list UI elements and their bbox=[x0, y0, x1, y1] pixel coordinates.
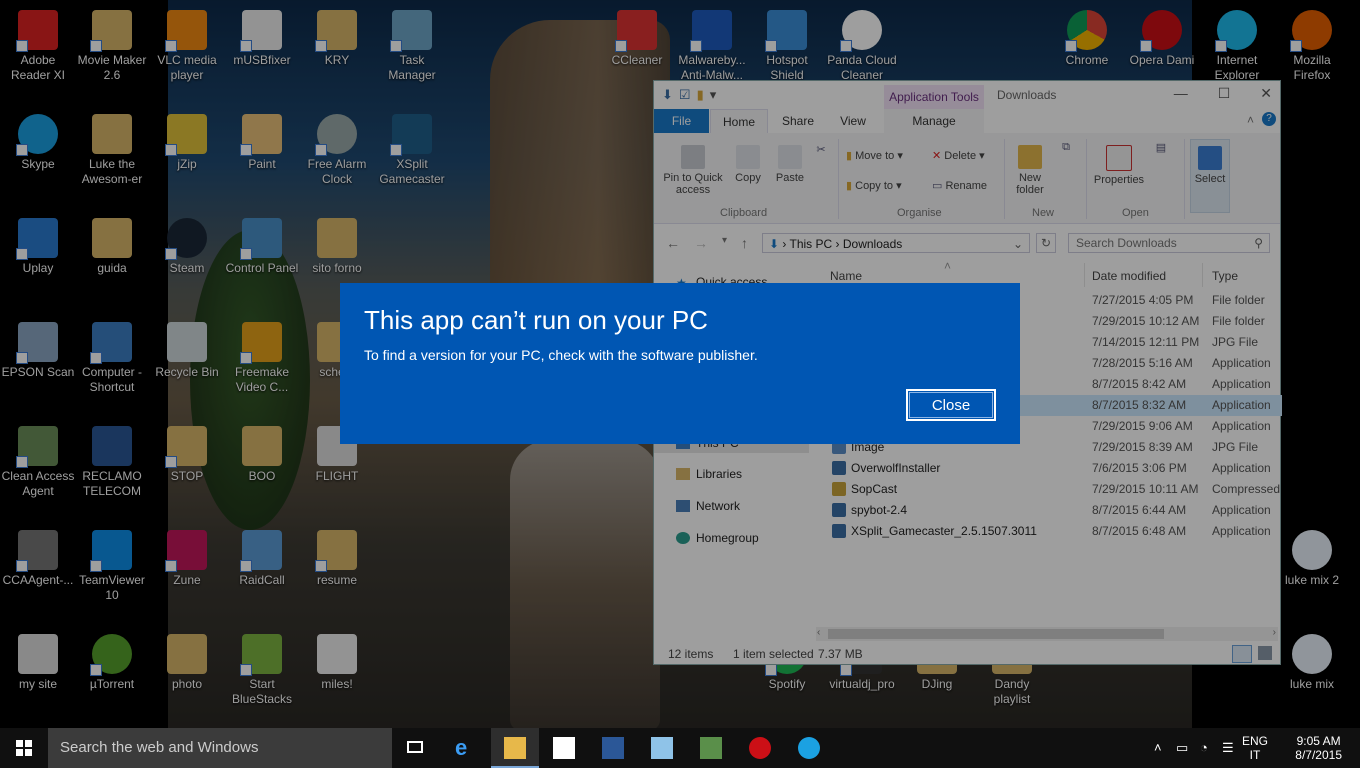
folder-icon bbox=[504, 737, 526, 759]
wifi-icon[interactable]: ◔ bbox=[1200, 740, 1208, 755]
close-button[interactable]: Close bbox=[906, 389, 996, 421]
language-indicator[interactable]: ENG IT bbox=[1242, 734, 1268, 762]
word-icon bbox=[602, 737, 624, 759]
taskbar-file-explorer[interactable] bbox=[491, 728, 539, 768]
notepad-icon bbox=[651, 737, 673, 759]
search-box[interactable]: Search the web and Windows bbox=[48, 728, 392, 768]
taskbar-edge[interactable]: e bbox=[442, 728, 490, 768]
task-view-icon bbox=[407, 741, 423, 753]
dialog-title: This app can’t run on your PC bbox=[364, 305, 708, 335]
taskbar-notepad[interactable] bbox=[638, 728, 686, 768]
notification-icon[interactable]: ☰ bbox=[1222, 740, 1234, 756]
taskbar: Search the web and Windows e ˄ ▭ ◔ ☰ ENG… bbox=[0, 728, 1360, 768]
system-tray: ˄ ▭ ◔ ☰ ENG IT 9:05 AM 8/7/2015 bbox=[1150, 728, 1360, 768]
app-cannot-run-dialog: This app can’t run on your PC To find a … bbox=[340, 283, 1020, 444]
opera-icon bbox=[749, 737, 771, 759]
clock[interactable]: 9:05 AM 8/7/2015 bbox=[1295, 734, 1342, 762]
windows-logo-icon bbox=[16, 740, 32, 756]
photo-icon bbox=[700, 737, 722, 759]
taskbar-opera[interactable] bbox=[736, 728, 784, 768]
battery-icon[interactable]: ▭ bbox=[1176, 740, 1188, 756]
chevron-up-icon[interactable]: ˄ bbox=[1154, 740, 1162, 755]
taskbar-skype[interactable] bbox=[785, 728, 833, 768]
task-view-button[interactable] bbox=[392, 728, 440, 768]
dialog-message: To find a version for your PC, check wit… bbox=[364, 347, 758, 363]
start-button[interactable] bbox=[0, 728, 48, 768]
store-bag-icon bbox=[553, 737, 575, 759]
skype-icon bbox=[798, 737, 820, 759]
taskbar-word[interactable] bbox=[589, 728, 637, 768]
edge-icon: e bbox=[455, 735, 468, 760]
taskbar-store[interactable] bbox=[540, 728, 588, 768]
taskbar-photos[interactable] bbox=[687, 728, 735, 768]
